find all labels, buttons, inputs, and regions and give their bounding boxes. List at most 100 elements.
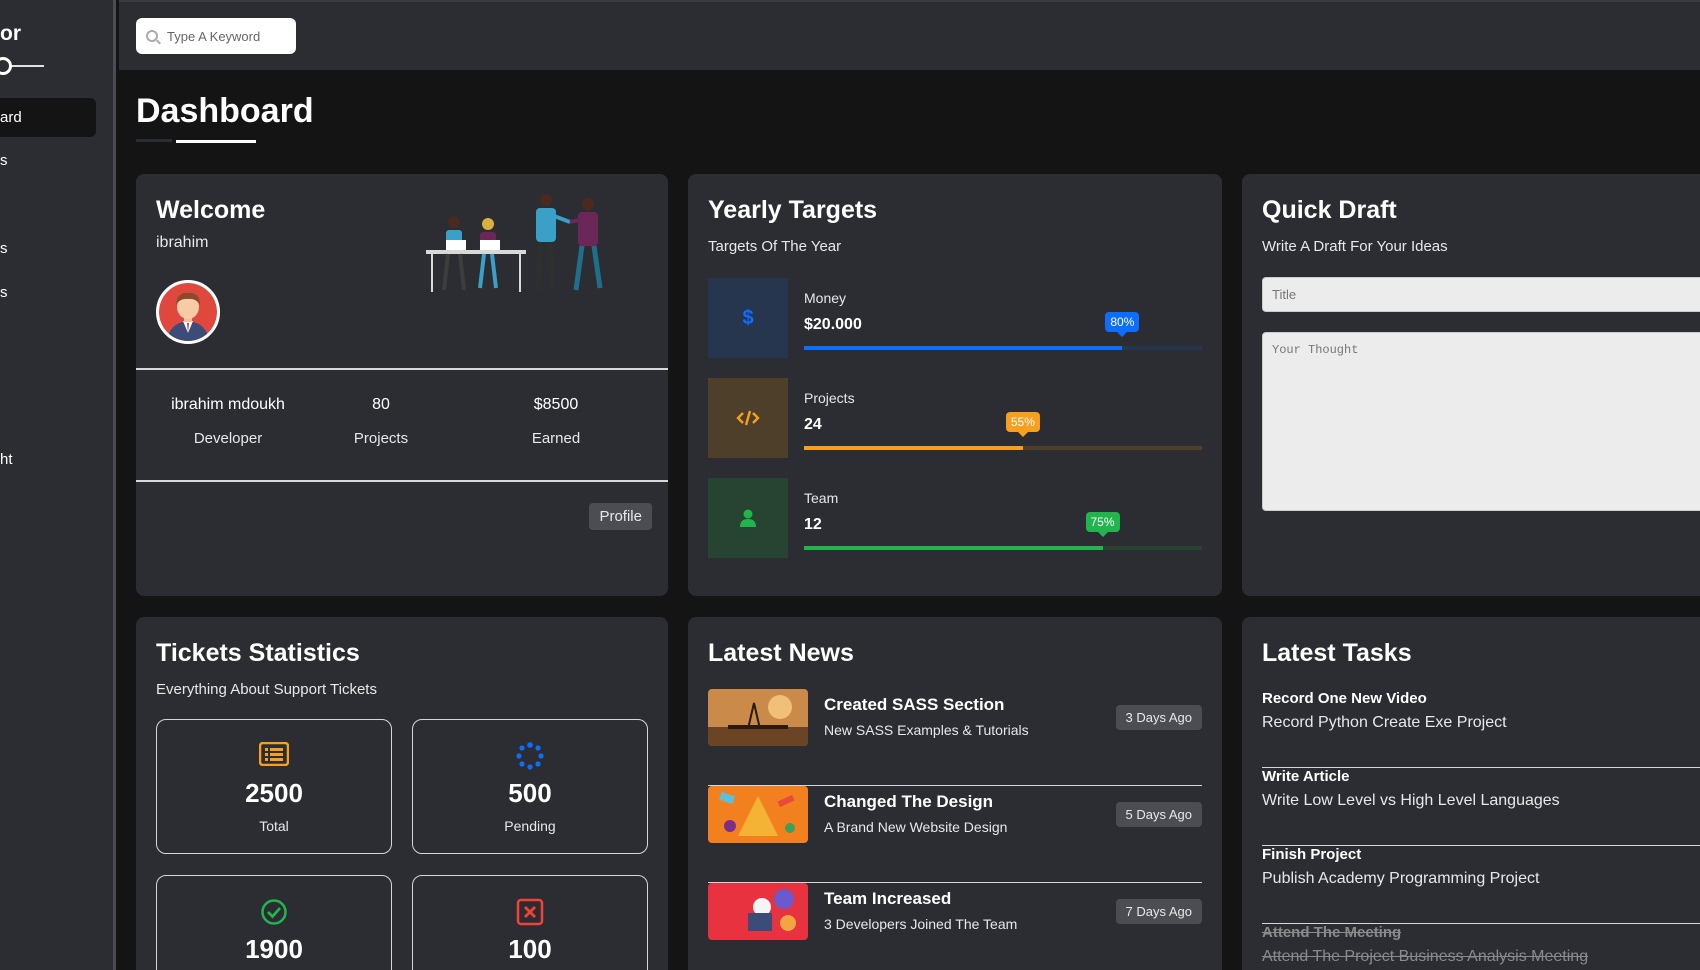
news-headline: Changed The Design [824, 792, 994, 811]
target-value: 24 [804, 416, 822, 433]
target-value: 12 [804, 516, 822, 533]
news-date-badge: 3 Days Ago [1115, 705, 1202, 730]
target-icon-box [708, 478, 788, 558]
ticket-value: 1900 [245, 934, 303, 964]
news-image [708, 883, 808, 940]
target-label: Projects [804, 390, 855, 406]
targets-title: Yearly Targets [708, 196, 878, 224]
sidebar-item-5[interactable]: ht [0, 451, 13, 468]
news-image [708, 786, 808, 843]
search-input[interactable] [167, 28, 287, 44]
task-item[interactable]: Write Article Write Low Level vs High Le… [1262, 768, 1700, 846]
sidebar-item-3[interactable]: s [0, 240, 8, 257]
draft-subtitle: Write A Draft For Your Ideas [1262, 238, 1448, 255]
task-subtitle: Publish Academy Programming Project [1262, 870, 1540, 887]
targets-card: Yearly Targets Targets Of The Year $ Mon… [688, 174, 1222, 596]
news-subtitle: A Brand New Website Design [824, 819, 1008, 835]
sidebar-item-2[interactable]: s [0, 152, 8, 169]
task-item[interactable]: Finish Project Publish Academy Programmi… [1262, 846, 1700, 924]
avatar-image [159, 283, 217, 341]
stat-label: Projects [353, 430, 409, 447]
target-row-money: $ Money $20.000 80% [708, 278, 1202, 358]
task-subtitle: Write Low Level vs High Level Languages [1262, 792, 1560, 809]
welcome-stat-name: ibrahim mdoukh Developer [152, 396, 304, 447]
stat-value: 80 [372, 396, 390, 413]
sidebar-item-4[interactable]: s [0, 284, 8, 301]
task-subtitle: Attend The Project Business Analysis Mee… [1262, 948, 1589, 965]
draft-card: Quick Draft Write A Draft For Your Ideas… [1242, 174, 1700, 596]
search-box[interactable] [136, 18, 296, 54]
check-circle-icon [261, 899, 287, 925]
welcome-stats: ibrahim mdoukh Developer 80 Projects $85… [136, 370, 668, 482]
spinner-icon [516, 742, 544, 770]
news-title: Latest News [708, 639, 854, 667]
welcome-title: Welcome [156, 196, 266, 224]
target-progress-fill [804, 546, 1103, 550]
stat-label: Developer [193, 430, 263, 447]
target-percent-badge: 75% [1085, 512, 1120, 537]
target-value: $20.000 [804, 316, 862, 333]
news-date-badge: 7 Days Ago [1115, 899, 1202, 924]
tickets-subtitle: Everything About Support Tickets [156, 681, 377, 698]
news-date-badge: 5 Days Ago [1115, 802, 1202, 827]
search-icon [146, 30, 158, 42]
page-title-underline [176, 140, 256, 143]
ticket-value: 2500 [245, 778, 303, 808]
page-title: Dashboard [136, 92, 314, 130]
task-item[interactable]: Record One New Video Record Python Creat… [1262, 690, 1700, 768]
tasks-card: Latest Tasks Record One New Video Record… [1242, 617, 1700, 970]
task-item-done[interactable]: Attend The Meeting Attend The Project Bu… [1262, 924, 1700, 970]
profile-button[interactable]: Profile [589, 503, 652, 530]
close-square-icon [516, 898, 544, 926]
news-item[interactable]: Changed The Design A Brand New Website D… [708, 786, 1202, 883]
news-card: Latest News Created SASS Section New SAS… [688, 617, 1222, 970]
draft-body-textarea[interactable]: Your Thought [1262, 332, 1700, 511]
sidebar: or ard s s s ht [0, 0, 116, 970]
tasks-title: Latest Tasks [1262, 639, 1412, 667]
news-headline: Created SASS Section [824, 695, 1005, 714]
task-subtitle: Record Python Create Exe Project [1262, 714, 1507, 731]
welcome-stat-earned: $8500 Earned [486, 396, 626, 447]
news-subtitle: 3 Developers Joined The Team [824, 916, 1018, 932]
list-icon [259, 742, 289, 766]
target-icon-box [708, 378, 788, 458]
welcome-user: ibrahim [156, 234, 209, 251]
ticket-deleted: 100 [412, 875, 648, 970]
sidebar-item-dashboard[interactable]: ard [0, 109, 22, 126]
ticket-closed: 1900 [156, 875, 392, 970]
stat-label: Earned [531, 430, 581, 447]
news-image [708, 689, 808, 746]
draft-title-input[interactable]: Title [1262, 277, 1700, 312]
news-subtitle: New SASS Examples & Tutorials [824, 722, 1029, 738]
news-item[interactable]: Created SASS Section New SASS Examples &… [708, 689, 1202, 786]
sidebar-title-dot [0, 57, 12, 75]
welcome-card: Welcome ibrahim ibrahim mdoukh Developer… [136, 174, 668, 596]
tickets-title: Tickets Statistics [156, 639, 360, 667]
targets-subtitle: Targets Of The Year [708, 238, 842, 255]
svg-text:$: $ [742, 307, 753, 329]
stat-value: $8500 [533, 396, 579, 413]
user-icon [740, 509, 756, 527]
task-title: Record One New Video [1262, 690, 1427, 707]
ticket-value: 100 [508, 934, 552, 964]
target-progress-track [804, 546, 1202, 550]
welcome-stat-projects: 80 Projects [326, 396, 436, 447]
target-label: Team [804, 490, 839, 506]
task-title: Write Article [1262, 768, 1350, 785]
topbar [119, 0, 1700, 70]
code-icon [736, 410, 760, 426]
target-row-team: Team 12 75% [708, 478, 1202, 558]
news-item[interactable]: Team Increased 3 Developers Joined The T… [708, 883, 1202, 970]
ticket-pending: 500 Pending [412, 719, 648, 854]
team-illustration [426, 194, 603, 292]
target-percent-badge: 55% [1005, 412, 1040, 437]
ticket-total: 2500 Total [156, 719, 392, 854]
ticket-value: 500 [508, 778, 552, 808]
task-title: Finish Project [1262, 846, 1362, 863]
news-headline: Team Increased [824, 889, 952, 908]
ticket-label: Pending [504, 818, 556, 834]
target-progress-fill [804, 446, 1023, 450]
target-icon-box: $ [708, 278, 788, 358]
tickets-card: Tickets Statistics Everything About Supp… [136, 617, 668, 970]
sidebar-title: or [0, 22, 21, 45]
